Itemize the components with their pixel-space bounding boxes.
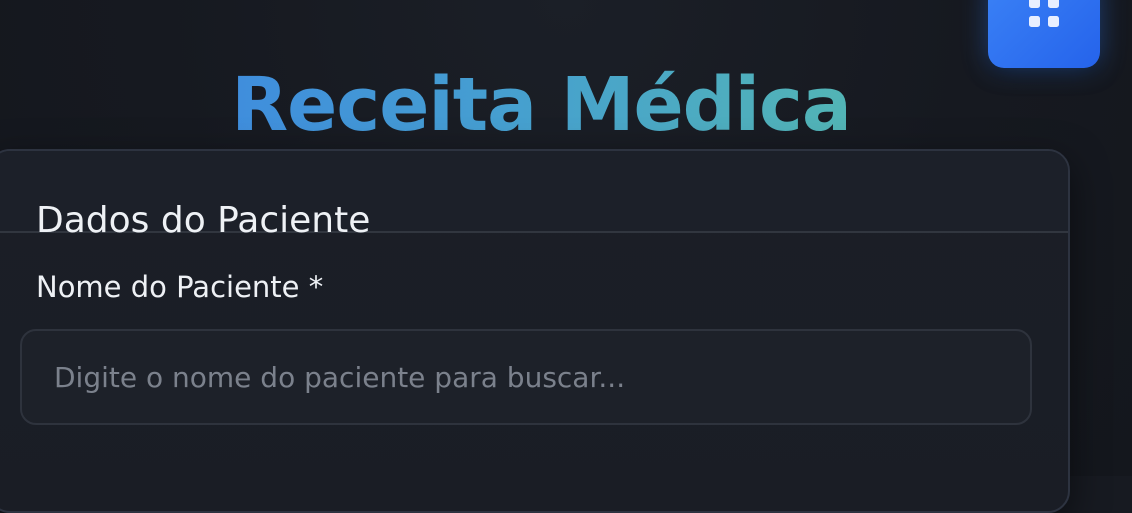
- page-title: Receita Médica: [0, 62, 1082, 148]
- patient-name-field-wrapper: [20, 329, 1032, 425]
- grid-icon: [1029, 0, 1059, 27]
- patient-data-card: Dados do Paciente Nome do Paciente *: [0, 149, 1070, 513]
- card-header: Dados do Paciente: [0, 151, 1068, 241]
- card-title: Dados do Paciente: [36, 199, 371, 241]
- patient-name-input[interactable]: [22, 331, 1030, 423]
- apps-menu-button[interactable]: [988, 0, 1100, 68]
- patient-name-label: Nome do Paciente *: [36, 270, 324, 304]
